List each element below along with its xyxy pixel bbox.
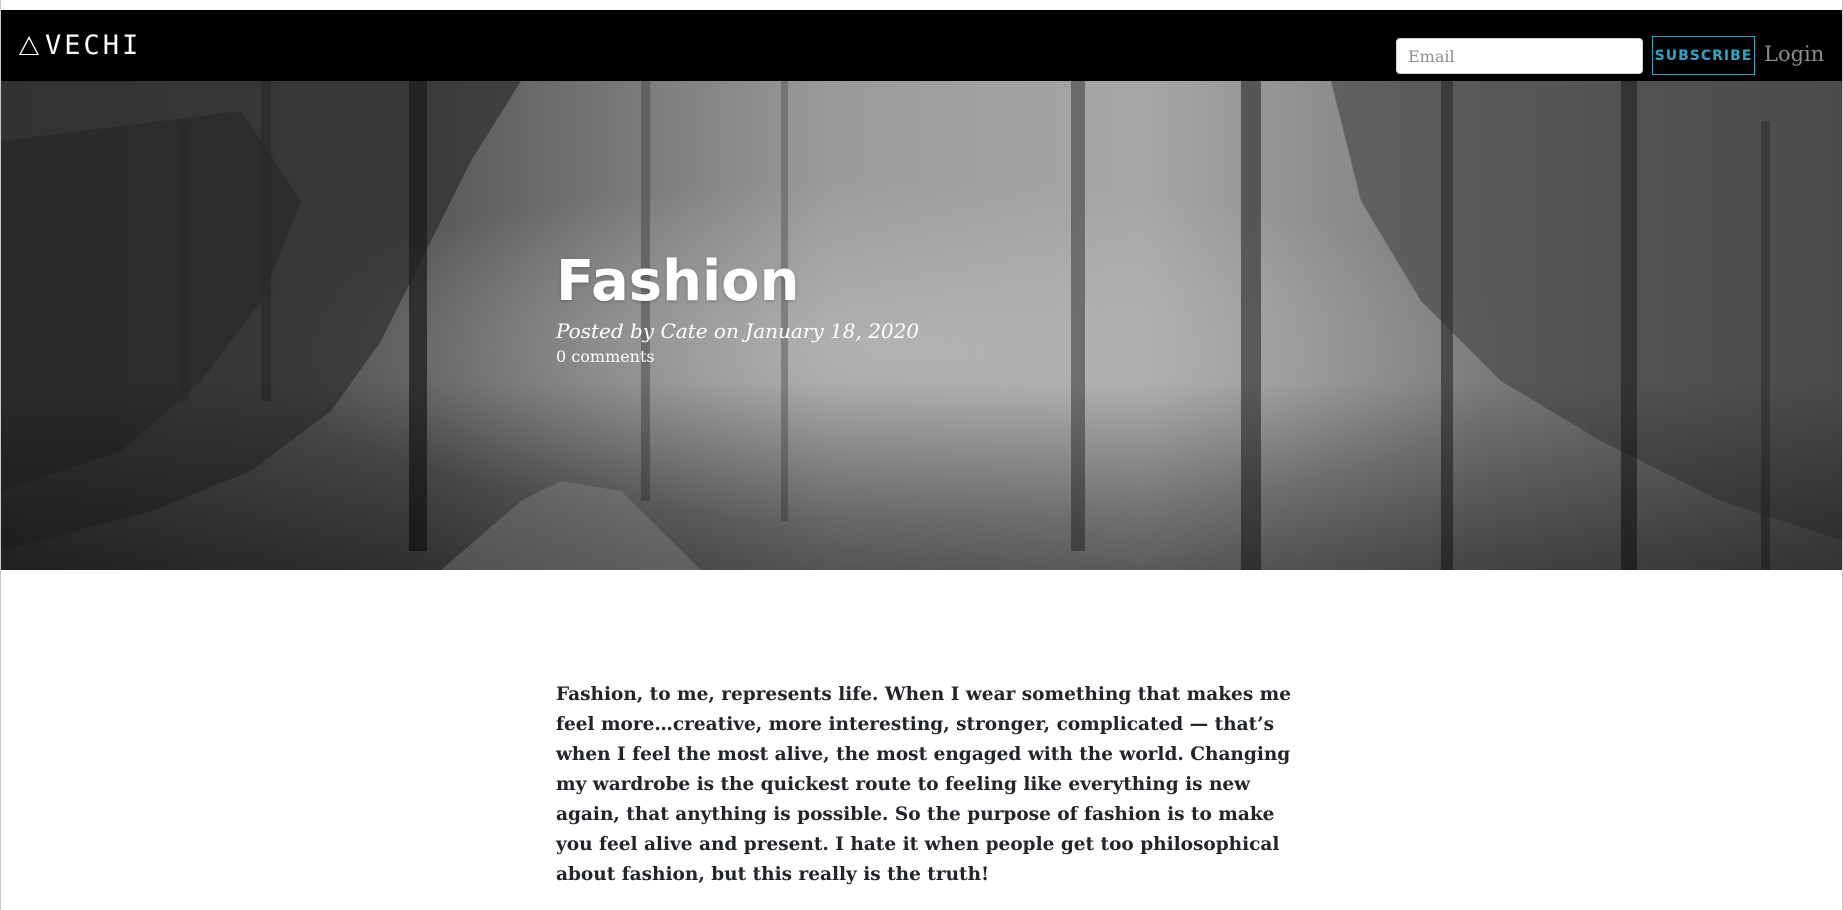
page: VECHI SUBSCRIBE Login <box>0 0 1843 910</box>
triangle-outline-icon <box>19 35 39 55</box>
top-strip <box>1 0 1842 10</box>
post-paragraph: Fashion, to me, represents life. When I … <box>556 684 1292 885</box>
email-input[interactable] <box>1396 38 1643 74</box>
hero-banner: Fashion Posted by Cate on January 18, 20… <box>1 81 1842 570</box>
comments-link[interactable]: 0 comments <box>556 345 655 369</box>
brand-logo[interactable]: VECHI <box>19 29 142 61</box>
navbar: VECHI SUBSCRIBE Login <box>1 10 1842 81</box>
post-body: Fashion, to me, represents life. When I … <box>556 680 1301 890</box>
post-meta: Posted by Cate on January 18, 2020 <box>556 319 920 343</box>
brand-name: VECHI <box>45 29 142 61</box>
login-link[interactable]: Login <box>1764 42 1824 66</box>
subscribe-button[interactable]: SUBSCRIBE <box>1652 36 1755 75</box>
post-header: Fashion Posted by Cate on January 18, 20… <box>556 249 919 369</box>
post-title: Fashion <box>556 249 800 314</box>
forest-background-image <box>1 81 1842 570</box>
